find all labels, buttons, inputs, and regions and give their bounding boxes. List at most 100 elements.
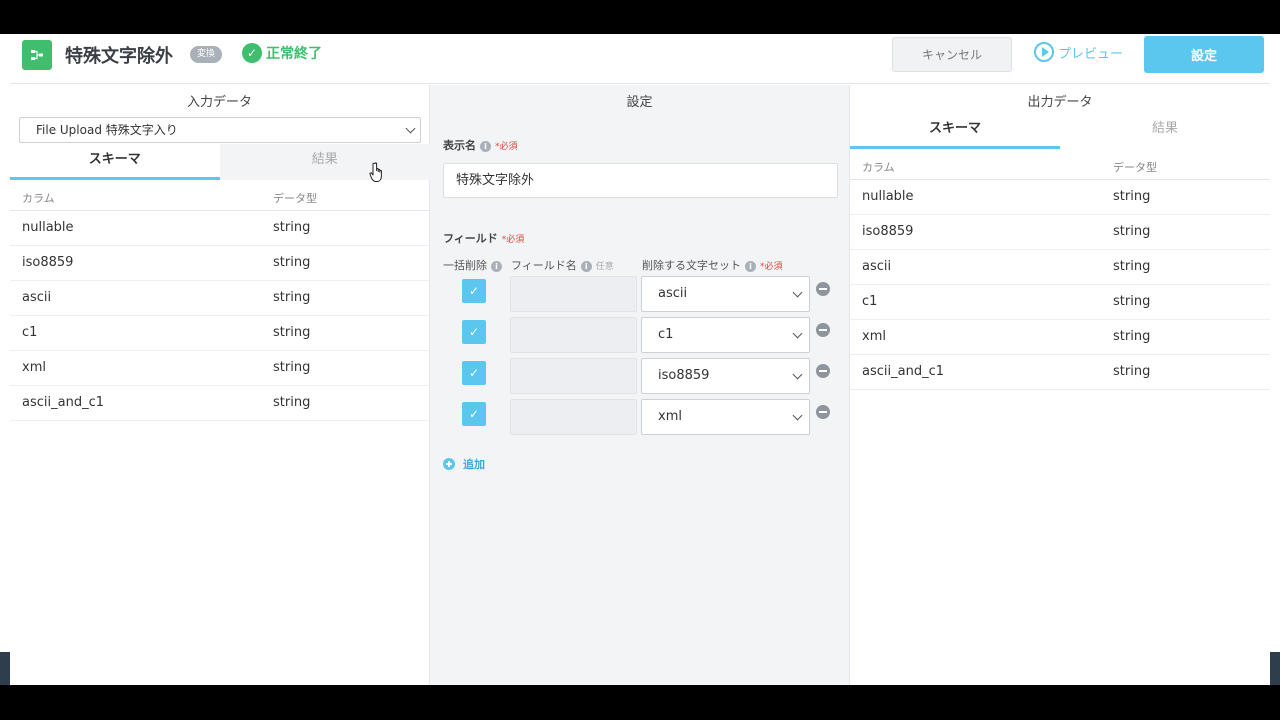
letterbox-top: [0, 0, 1280, 34]
tab-output-schema[interactable]: スキーマ: [850, 113, 1060, 149]
output-data-panel: 出力データ スキーマ 結果 カラム データ型 nullable string i…: [850, 85, 1270, 685]
bulk-delete-checkbox[interactable]: ✓: [462, 279, 486, 303]
cancel-button[interactable]: キャンセル: [892, 37, 1012, 72]
remove-row-icon[interactable]: [816, 405, 830, 419]
remove-row-icon[interactable]: [816, 282, 830, 296]
charset-value: c1: [658, 327, 674, 342]
tab-input-result[interactable]: 結果: [220, 144, 430, 180]
column-header-type: データ型: [1113, 161, 1157, 174]
table-row: c1 string: [850, 285, 1270, 320]
info-icon[interactable]: i: [491, 260, 502, 272]
field-row: ✓ xml: [430, 399, 850, 435]
info-icon[interactable]: i: [580, 260, 592, 272]
input-source-select[interactable]: File Upload 特殊文字入り: [19, 117, 421, 143]
display-name-label: 表示名 i *必須: [443, 137, 518, 153]
field-name-input[interactable]: [510, 276, 637, 312]
header-bar: 特殊文字除外 変換 ✓ 正常終了 キャンセル プレビュー 設定: [10, 34, 1270, 84]
output-schema-header: カラム データ型: [850, 150, 1270, 180]
transform-editor: 特殊文字除外 変換 ✓ 正常終了 キャンセル プレビュー 設定 入力データ Fi…: [10, 34, 1270, 685]
table-row: ascii_and_c1 string: [850, 355, 1270, 390]
display-name-input[interactable]: 特殊文字除外: [443, 163, 838, 198]
column-name: xml: [862, 329, 886, 344]
field-name-input[interactable]: [510, 399, 637, 435]
table-row: ascii_and_c1 string: [10, 386, 429, 421]
input-source-value: File Upload 特殊文字入り: [36, 123, 178, 137]
status-indicator: ✓ 正常終了: [242, 43, 322, 63]
column-name: ascii_and_c1: [862, 364, 944, 379]
charset-select[interactable]: xml: [641, 399, 810, 435]
input-data-panel: 入力データ File Upload 特殊文字入り スキーマ 結果 カラム データ…: [10, 85, 430, 685]
column-header-name: カラム: [862, 161, 895, 174]
column-type: string: [1113, 259, 1151, 274]
table-row: c1 string: [10, 316, 429, 351]
charset-select[interactable]: iso8859: [641, 358, 810, 394]
check-circle-icon: ✓: [242, 43, 262, 63]
charset-text: 削除する文字セット: [642, 259, 741, 272]
bulk-delete-header: 一括削除 i: [443, 257, 502, 273]
column-type: string: [273, 255, 311, 270]
column-name: iso8859: [22, 255, 74, 270]
display-name-text: 表示名: [443, 139, 476, 152]
charset-value: ascii: [658, 286, 688, 301]
required-mark: *必須: [501, 235, 525, 245]
output-panel-title: 出力データ: [1027, 95, 1093, 110]
left-edge-strip: [0, 34, 10, 685]
settings-panel: 設定 表示名 i *必須 特殊文字除外 フィールド *必須 一括削除 i フィールド名 i…: [430, 85, 850, 685]
required-mark: *必須: [760, 262, 783, 272]
play-circle-icon: [1034, 42, 1054, 62]
table-row: nullable string: [850, 180, 1270, 215]
column-name: ascii_and_c1: [22, 395, 104, 410]
required-mark: *必須: [495, 142, 518, 152]
column-name: ascii: [22, 290, 52, 305]
charset-value: iso8859: [658, 368, 710, 383]
info-icon[interactable]: i: [480, 140, 491, 152]
column-name: ascii: [862, 259, 892, 274]
tab-output-result[interactable]: 結果: [1060, 113, 1270, 149]
column-type: string: [273, 290, 311, 305]
column-name: xml: [22, 360, 46, 375]
charset-select[interactable]: c1: [641, 317, 810, 353]
remove-row-icon[interactable]: [816, 364, 830, 378]
chevron-down-icon: [792, 369, 803, 380]
table-row: ascii string: [850, 250, 1270, 285]
bulk-delete-checkbox[interactable]: ✓: [462, 361, 486, 385]
remove-row-icon[interactable]: [816, 323, 830, 337]
field-name-header: フィールド名 i 任意: [511, 257, 614, 273]
table-row: iso8859 string: [850, 215, 1270, 250]
plus-circle-icon: [443, 458, 455, 470]
output-tabs: スキーマ 結果: [850, 113, 1270, 149]
bulk-delete-checkbox[interactable]: ✓: [462, 402, 486, 426]
field-name-input[interactable]: [510, 358, 637, 394]
column-type: string: [1113, 294, 1151, 309]
field-row: ✓ c1: [430, 317, 850, 353]
chevron-down-icon: [792, 287, 803, 298]
add-field-button[interactable]: 追加: [443, 456, 485, 472]
letterbox-bottom: [0, 685, 1280, 720]
field-name-input[interactable]: [510, 317, 637, 353]
tab-input-schema[interactable]: スキーマ: [10, 144, 220, 180]
fields-text: フィールド: [443, 232, 498, 245]
charset-value: xml: [658, 409, 682, 424]
charset-select[interactable]: ascii: [641, 276, 810, 312]
field-row: ✓ ascii: [430, 276, 850, 312]
preview-button[interactable]: プレビュー: [1034, 42, 1123, 62]
type-badge: 変換: [190, 46, 223, 63]
table-row: iso8859 string: [10, 246, 429, 281]
save-button[interactable]: 設定: [1144, 36, 1264, 73]
info-icon[interactable]: i: [745, 260, 756, 272]
bulk-delete-text: 一括削除: [443, 259, 487, 272]
table-row: xml string: [10, 351, 429, 386]
optional-mark: 任意: [595, 262, 614, 272]
status-label: 正常終了: [266, 46, 322, 62]
column-type: string: [273, 220, 311, 235]
column-type: string: [1113, 224, 1151, 239]
column-type: string: [273, 360, 311, 375]
bulk-delete-checkbox[interactable]: ✓: [462, 320, 486, 344]
column-name: c1: [22, 325, 38, 340]
add-label: 追加: [463, 458, 485, 471]
column-type: string: [273, 395, 311, 410]
column-header-type: データ型: [273, 192, 317, 205]
hand-pointer-icon: [369, 162, 382, 182]
column-name: nullable: [22, 220, 74, 235]
column-header-name: カラム: [22, 192, 55, 205]
